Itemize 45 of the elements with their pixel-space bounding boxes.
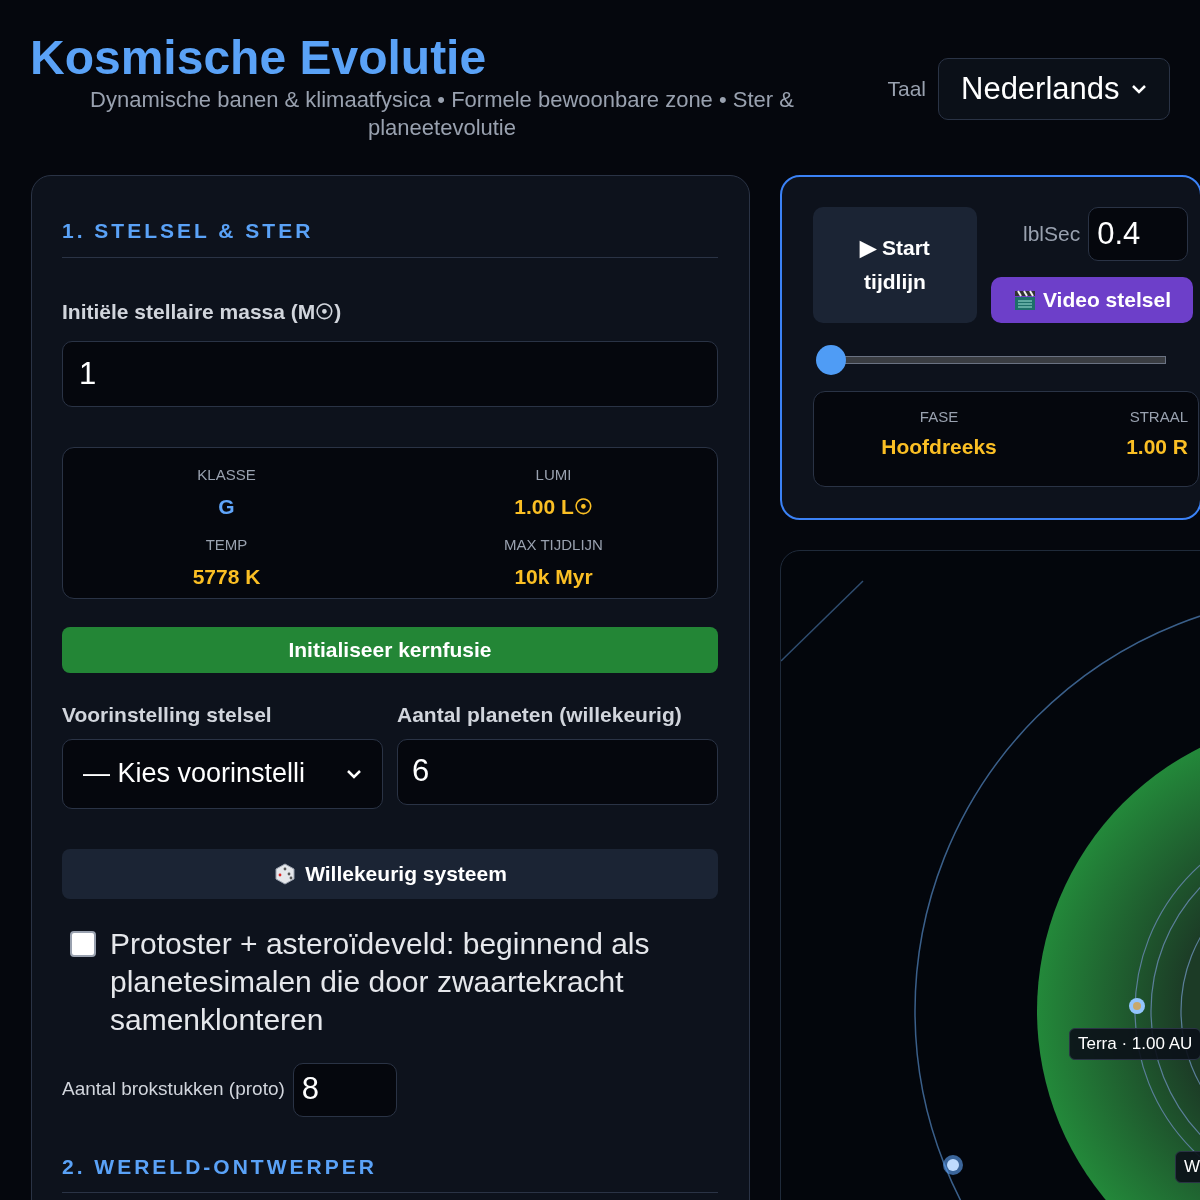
- play-icon: ▶: [860, 236, 877, 259]
- clapperboard-icon: [1013, 288, 1037, 312]
- planet-dot: [943, 1155, 963, 1175]
- protostar-option-label: Protoster + asteroïdeveld: beginnend als planetesimalen die door zwaartekracht samenklonteren: [110, 925, 651, 1038]
- video-system-button[interactable]: Video stelsel: [991, 277, 1193, 323]
- stat-label: MAX TIJDLIJN: [504, 535, 603, 555]
- stat-label: LUMI: [535, 465, 572, 485]
- chevron-down-icon: [346, 768, 362, 779]
- chevron-down-icon: [1131, 84, 1147, 94]
- stat-value: 1.00 R: [1126, 433, 1188, 460]
- app-subtitle: Dynamische banen & klimaatfysica • Formele bewoonbare zone • Ster & planeetevolutie: [89, 86, 795, 142]
- speed-input[interactable]: 0.4: [1088, 207, 1189, 261]
- stat-value: 1.00 L☉: [514, 493, 593, 520]
- stat-label: STRAAL: [1129, 407, 1188, 427]
- timeline-slider[interactable]: [816, 345, 1166, 375]
- start-timeline-button[interactable]: ▶ Start tijdlijn: [813, 207, 977, 323]
- stat-value: 5778 K: [192, 563, 261, 590]
- language-select[interactable]: Nederlands: [938, 58, 1170, 120]
- section-heading: 1. STELSEL & STER: [62, 218, 315, 244]
- app-title: Kosmische Evolutie: [30, 30, 487, 86]
- planet-label: Terra · 1.00 AU: [1069, 1028, 1200, 1060]
- stat-value: G: [218, 493, 235, 520]
- debris-count-input[interactable]: 8: [292, 1062, 397, 1117]
- field-label: Aantal planeten (willekeurig): [397, 702, 683, 728]
- mass-input[interactable]: 1: [62, 341, 718, 407]
- dice-icon: [273, 861, 298, 886]
- stat-value: Hoofdreeks: [881, 433, 997, 460]
- field-label: Voorinstelling stelsel: [62, 702, 273, 728]
- ignite-button[interactable]: Initialiseer kernfusie: [62, 627, 718, 673]
- section-heading: 2. WERELD-ONTWERPER: [62, 1153, 378, 1180]
- planet-label: W: [1175, 1151, 1200, 1183]
- field-label: Initiële stellaire massa (M☉): [62, 298, 343, 325]
- stat-label: KLASSE: [197, 465, 256, 485]
- preset-select[interactable]: — Kies voorinstelli: [62, 738, 383, 809]
- stat-label: FASE: [919, 407, 959, 427]
- language-label: Taal: [887, 76, 926, 103]
- random-system-button[interactable]: Willekeurig systeem: [62, 848, 718, 899]
- planet-count-input[interactable]: 6: [397, 738, 718, 805]
- field-label: Aantal brokstukken (proto): [62, 1077, 285, 1102]
- planet-dot: [1129, 998, 1145, 1014]
- slider-thumb[interactable]: [816, 345, 846, 375]
- protostar-checkbox[interactable]: [70, 930, 96, 957]
- speed-label: lblSec: [1023, 221, 1081, 248]
- stat-label: TEMP: [205, 535, 248, 555]
- stat-value: 10k Myr: [514, 563, 593, 590]
